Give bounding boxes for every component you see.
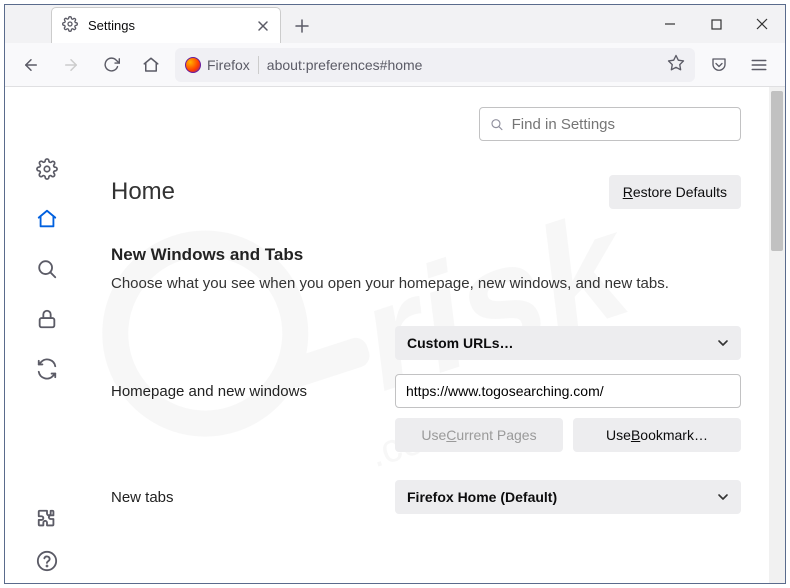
identity-label: Firefox xyxy=(207,57,250,73)
page-title: Home xyxy=(111,178,175,206)
settings-panel: Home Restore Defaults New Windows and Ta… xyxy=(89,87,785,583)
separator xyxy=(258,56,259,74)
search-icon xyxy=(490,117,504,132)
minimize-button[interactable] xyxy=(647,5,693,43)
homepage-label: Homepage and new windows xyxy=(111,383,383,400)
nav-toolbar: Firefox about:preferences#home xyxy=(5,43,785,87)
firefox-logo-icon xyxy=(185,57,201,73)
sidebar-item-home[interactable] xyxy=(35,207,59,231)
newtabs-dropdown[interactable]: Firefox Home (Default) xyxy=(395,480,741,514)
pocket-button[interactable] xyxy=(703,49,735,81)
maximize-button[interactable] xyxy=(693,5,739,43)
use-current-pages-button[interactable]: Use Current Pages xyxy=(395,418,563,452)
content-area: risk .com xyxy=(5,87,785,583)
reload-button[interactable] xyxy=(95,49,127,81)
titlebar: Settings xyxy=(5,5,785,43)
window-controls xyxy=(647,5,785,43)
newtabs-label: New tabs xyxy=(111,489,383,506)
dropdown-value: Firefox Home (Default) xyxy=(407,489,557,505)
home-button[interactable] xyxy=(135,49,167,81)
tab-title: Settings xyxy=(88,18,246,33)
bookmark-star-icon[interactable] xyxy=(667,54,685,75)
identity-box[interactable]: Firefox xyxy=(185,57,250,73)
close-icon[interactable] xyxy=(256,19,270,33)
sidebar-item-help[interactable] xyxy=(35,549,59,573)
app-menu-button[interactable] xyxy=(743,49,775,81)
sidebar-item-privacy[interactable] xyxy=(35,307,59,331)
url-text: about:preferences#home xyxy=(267,57,423,73)
dropdown-value: Custom URLs… xyxy=(407,335,514,351)
chevron-down-icon xyxy=(717,491,729,503)
find-settings-field[interactable] xyxy=(512,116,730,133)
gear-icon xyxy=(62,16,78,35)
use-bookmark-button[interactable]: Use Bookmark… xyxy=(573,418,741,452)
sidebar-item-extensions[interactable] xyxy=(35,507,59,531)
close-window-button[interactable] xyxy=(739,5,785,43)
chevron-down-icon xyxy=(717,337,729,349)
homepage-mode-dropdown[interactable]: Custom URLs… xyxy=(395,326,741,360)
restore-defaults-button[interactable]: Restore Defaults xyxy=(609,175,741,209)
section-heading: New Windows and Tabs xyxy=(111,245,741,265)
browser-tab[interactable]: Settings xyxy=(51,7,281,43)
homepage-url-input[interactable] xyxy=(395,374,741,408)
forward-button[interactable] xyxy=(55,49,87,81)
new-tab-button[interactable] xyxy=(287,11,317,41)
url-bar[interactable]: Firefox about:preferences#home xyxy=(175,48,695,82)
section-description: Choose what you see when you open your h… xyxy=(111,275,741,292)
sidebar-item-general[interactable] xyxy=(35,157,59,181)
find-settings-input[interactable] xyxy=(479,107,741,141)
back-button[interactable] xyxy=(15,49,47,81)
sidebar-item-search[interactable] xyxy=(35,257,59,281)
category-sidebar xyxy=(5,87,89,583)
sidebar-item-sync[interactable] xyxy=(35,357,59,381)
